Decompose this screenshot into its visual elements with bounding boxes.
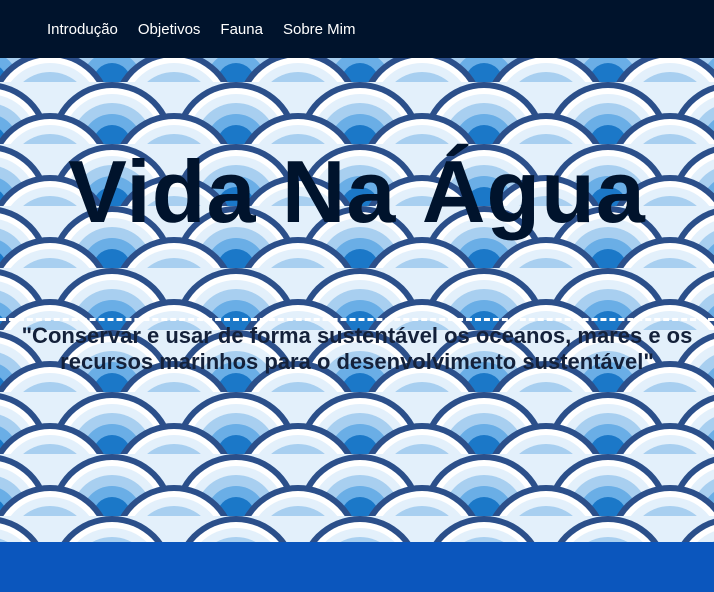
wave-scale-pattern [0, 58, 714, 542]
dashed-divider [0, 318, 714, 321]
nav-link-introducao[interactable]: Introdução [47, 21, 118, 38]
nav-link-objetivos[interactable]: Objetivos [138, 21, 201, 38]
top-navigation: Introdução Objetivos Fauna Sobre Mim [0, 0, 714, 58]
nav-link-fauna[interactable]: Fauna [220, 21, 263, 38]
page-title: Vida Na Água [68, 142, 646, 241]
sdg-quote: "Conservar e usar de forma sustentável o… [21, 323, 693, 374]
footer-bar [0, 542, 714, 592]
hero-section: Vida Na Água "Conservar e usar de forma … [0, 58, 714, 542]
nav-link-sobre-mim[interactable]: Sobre Mim [283, 21, 356, 38]
